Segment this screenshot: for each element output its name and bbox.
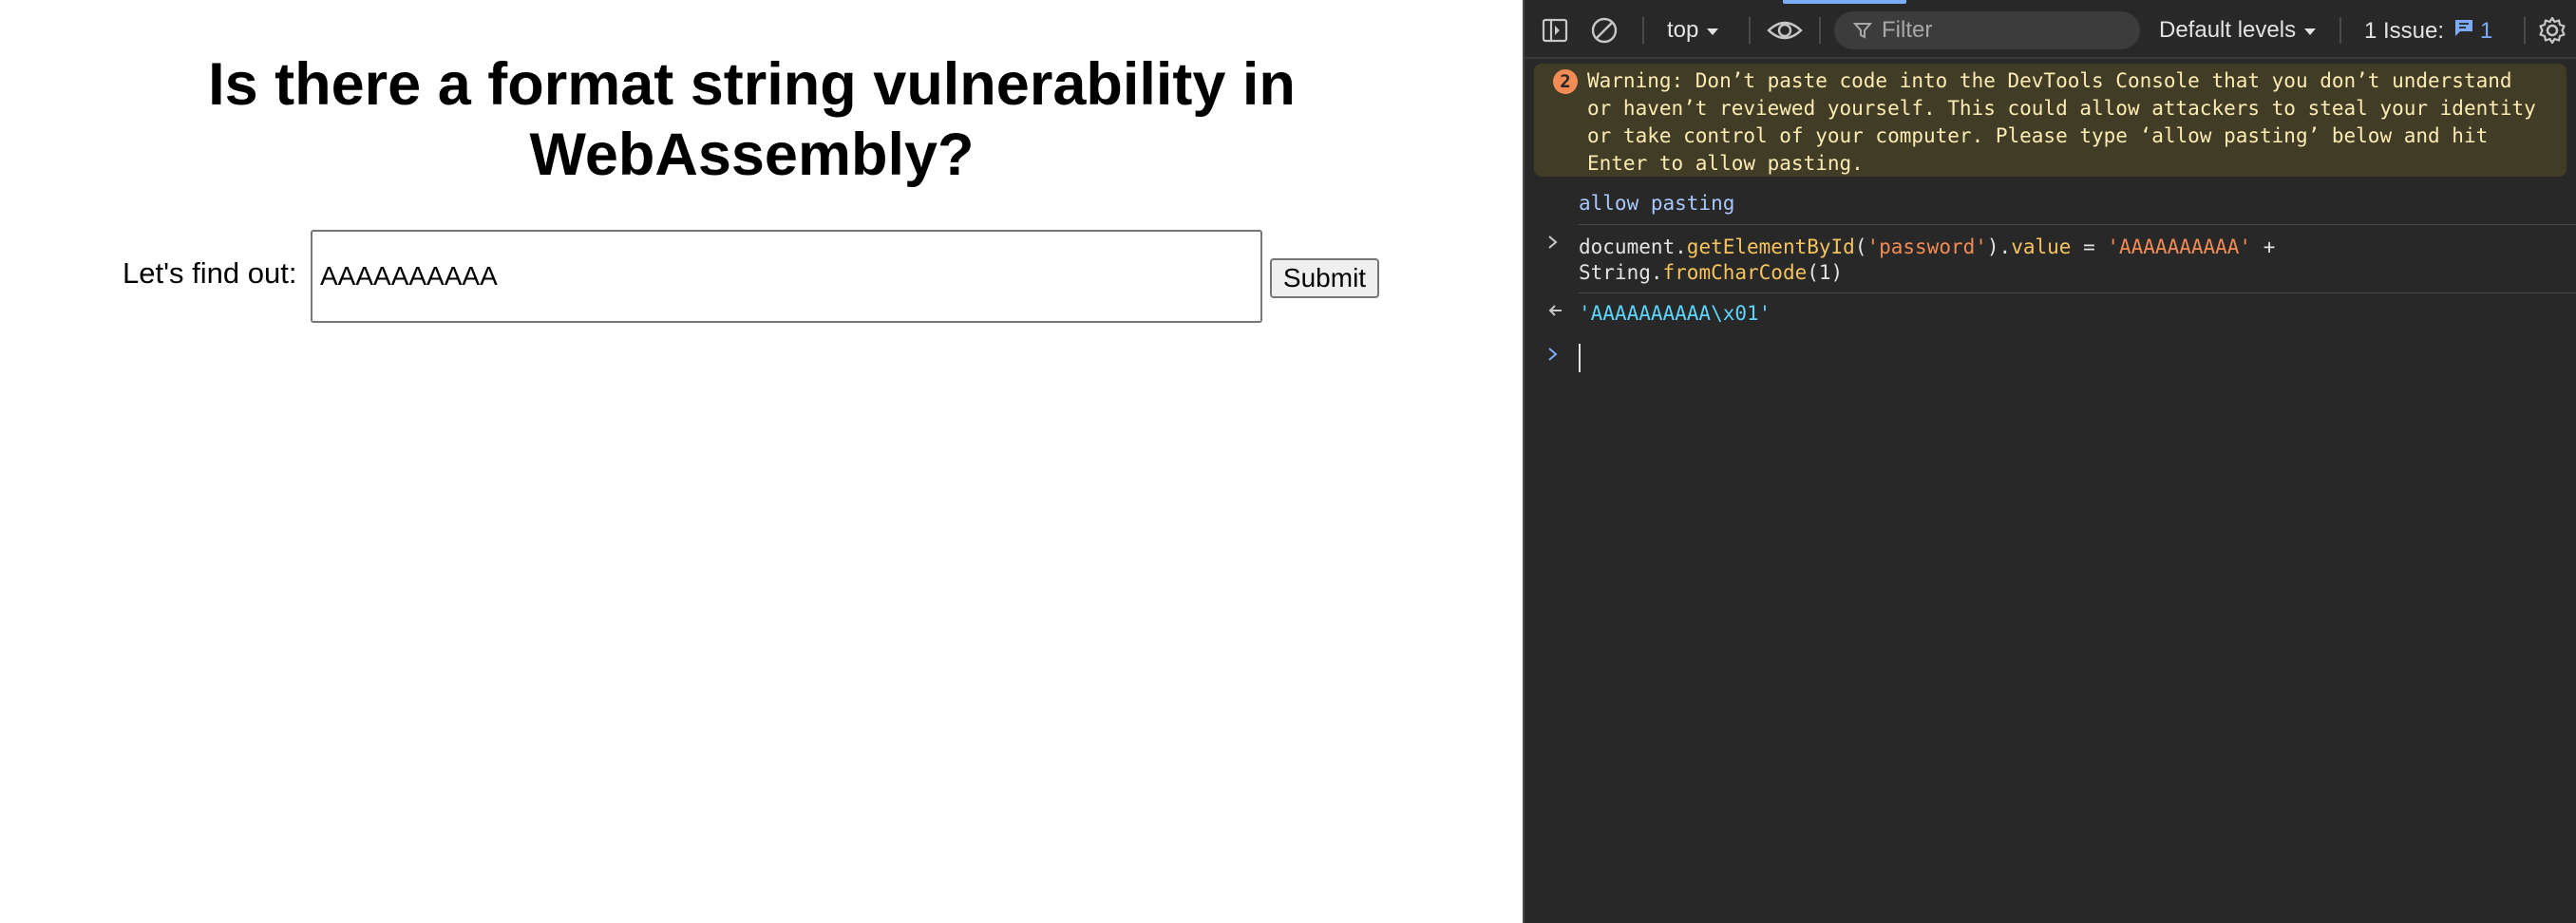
cmd-token: = — [2071, 235, 2107, 258]
password-input[interactable] — [311, 230, 1262, 323]
issues-button[interactable]: 1 Issue: 1 — [2364, 17, 2492, 45]
console-command-line-2: String.fromCharCode(1) — [1579, 259, 1843, 287]
cmd-token: value — [2011, 235, 2071, 258]
clear-console-icon[interactable] — [1589, 15, 1619, 46]
toolbar-separator — [1642, 17, 1644, 44]
warning-text: Warning: Don’t paste code into the DevTo… — [1587, 67, 2547, 178]
context-selector[interactable]: top — [1667, 17, 1719, 44]
cmd-token: fromCharCode — [1663, 261, 1808, 284]
cmd-token: ( — [1855, 235, 1867, 258]
settings-gear-icon[interactable] — [2537, 15, 2567, 46]
chevron-down-icon — [2303, 17, 2317, 44]
cmd-token: getElementById — [1687, 235, 1855, 258]
web-page: Is there a format string vulnerability i… — [0, 0, 1523, 923]
toolbar-border — [1525, 57, 2576, 59]
console-divider — [1579, 224, 2576, 225]
cmd-token: ). — [1987, 235, 2011, 258]
cmd-token: 'AAAAAAAAAA' — [2107, 235, 2251, 258]
issues-count-badge: 1 — [2453, 17, 2492, 45]
cmd-token: String. — [1579, 261, 1663, 284]
paste-warning-message: 2 Warning: Don’t paste code into the Dev… — [1534, 64, 2567, 177]
password-form: Let's find out: Submit — [0, 230, 1523, 327]
log-levels-selector[interactable]: Default levels — [2159, 17, 2317, 44]
warning-count-badge: 2 — [1553, 69, 1578, 94]
eye-icon[interactable] — [1766, 15, 1804, 46]
active-tab-indicator — [1783, 0, 1906, 4]
toolbar-separator — [1749, 17, 1751, 44]
filter-icon — [1853, 21, 1872, 40]
cmd-token: 'password' — [1866, 235, 1986, 258]
prompt-chevron-icon — [1547, 346, 1559, 368]
console-divider — [1579, 292, 2576, 293]
toolbar-separator — [2339, 17, 2341, 44]
console-command-line-1: document.getElementById('password').valu… — [1579, 234, 2275, 261]
issues-count: 1 — [2480, 18, 2492, 45]
console-result: 'AAAAAAAAAA\x01' — [1579, 300, 1771, 328]
input-chevron-icon — [1547, 234, 1559, 256]
cmd-token: (1) — [1807, 261, 1843, 284]
page-heading: Is there a format string vulnerability i… — [0, 49, 1504, 190]
sidebar-toggle-icon[interactable] — [1540, 15, 1570, 46]
cmd-token: document. — [1579, 235, 1687, 258]
console-prompt-input[interactable] — [1579, 344, 1581, 372]
toolbar-separator — [2524, 17, 2526, 44]
cmd-token: + — [2251, 235, 2275, 258]
find-out-label: Let's find out: — [123, 256, 296, 291]
typed-allow-pasting: allow pasting — [1579, 190, 1734, 217]
log-levels-label: Default levels — [2159, 17, 2296, 44]
filter-placeholder: Filter — [1882, 17, 1932, 44]
issues-label: 1 Issue: — [2364, 18, 2444, 45]
chevron-down-icon — [1706, 17, 1719, 44]
toolbar-separator — [1819, 17, 1821, 44]
devtools-panel: top Filter Default levels 1 Issue: 1 2 W… — [1523, 0, 2576, 923]
context-label: top — [1667, 17, 1698, 44]
filter-input[interactable]: Filter — [1834, 11, 2140, 49]
console-toolbar: top Filter Default levels 1 Issue: 1 — [1525, 6, 2576, 55]
result-arrow-icon — [1547, 302, 1564, 325]
submit-button[interactable]: Submit — [1270, 258, 1379, 298]
issue-icon — [2453, 17, 2474, 45]
